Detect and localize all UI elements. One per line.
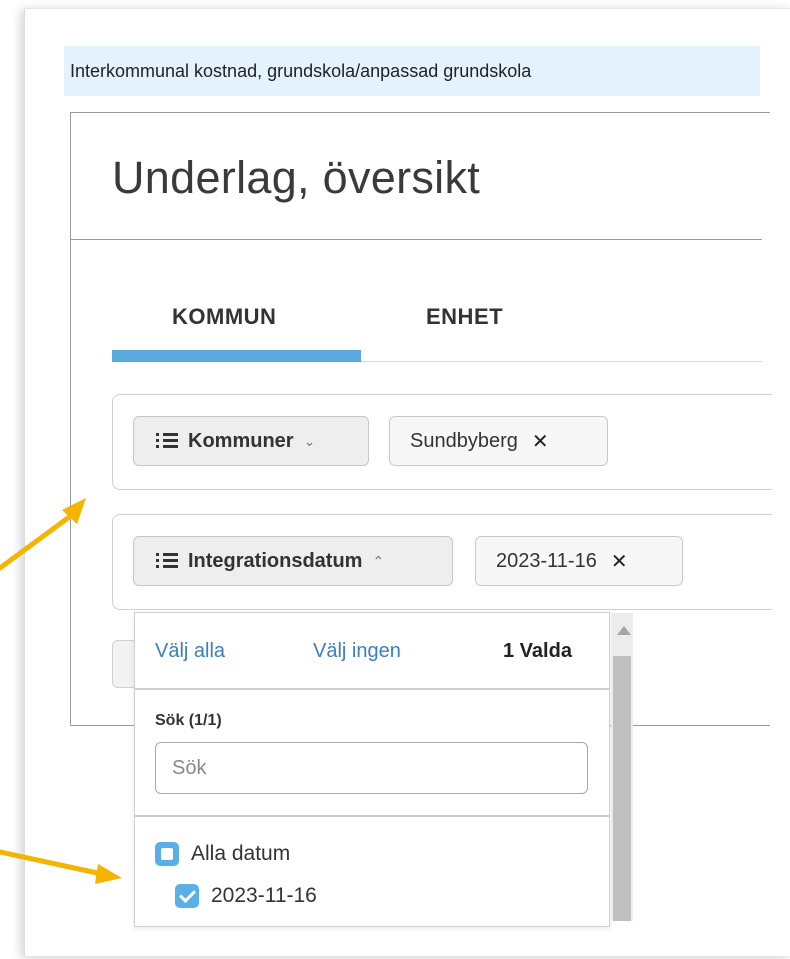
checkbox-partial-icon[interactable] [155,842,179,866]
list-icon [156,553,178,569]
selected-chip-kommun: Sundbyberg ✕ [389,416,608,466]
select-all-link[interactable]: Välj alla [155,640,225,663]
selected-chip-datum: 2023-11-16 ✕ [475,536,683,586]
option-2023-11-16[interactable]: 2023-11-16 [175,884,317,908]
option-alla-datum[interactable]: Alla datum [155,842,290,866]
selected-count: 1 Valda [503,640,572,662]
window-top-border [24,8,790,9]
checkbox-checked-icon[interactable] [175,884,199,908]
kommuner-dropdown-button[interactable]: Kommuner ⌄ [133,416,369,466]
scroll-up-icon[interactable] [617,626,631,635]
kommuner-dropdown-label: Kommuner [188,429,294,452]
search-input[interactable] [155,742,588,794]
scrollbar-thumb[interactable] [613,656,631,921]
close-icon[interactable]: ✕ [611,549,628,574]
active-tab-indicator [112,350,361,362]
select-none-link[interactable]: Välj ingen [313,640,401,663]
tab-enhet[interactable]: ENHET [426,304,503,330]
title-divider [70,239,762,240]
menu-divider [135,688,609,690]
close-icon[interactable]: ✕ [532,429,549,454]
menu-divider [135,815,609,817]
search-label: Sök (1/1) [155,712,222,729]
chevron-down-icon: ⌄ [303,432,316,449]
chip-label: Sundbyberg [410,429,518,452]
integrationsdatum-dropdown-button[interactable]: Integrationsdatum ⌃ [133,536,453,586]
tabs-divider [361,361,762,362]
list-icon [156,433,178,449]
page-banner: Interkommunal kostnad, grundskola/anpass… [64,46,760,96]
option-label: 2023-11-16 [211,884,317,907]
integrationsdatum-dropdown-label: Integrationsdatum [188,549,363,572]
page-title: Underlag, översikt [112,152,481,203]
option-label: Alla datum [191,842,291,865]
tab-kommun[interactable]: KOMMUN [172,304,276,330]
chevron-up-icon: ⌃ [372,552,385,569]
chip-label: 2023-11-16 [496,549,597,572]
